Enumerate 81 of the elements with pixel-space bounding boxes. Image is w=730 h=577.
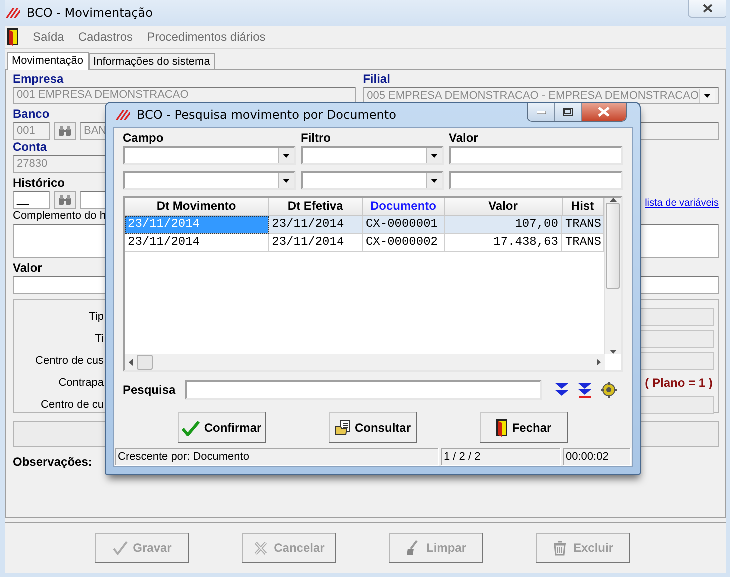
- field-label: Filial: [363, 72, 390, 87]
- close-icon: [598, 107, 610, 117]
- dialog-button[interactable]: Confirmar: [178, 412, 266, 443]
- scrollbar-thumb[interactable]: [606, 203, 620, 289]
- field-label: Conta: [13, 140, 47, 155]
- table-cell[interactable]: 17.438,63: [444, 234, 562, 252]
- close-button[interactable]: [688, 0, 726, 18]
- field-label: Pesquisa: [123, 383, 175, 397]
- field-label: Ti: [94, 333, 104, 345]
- input-field[interactable]: [449, 146, 623, 165]
- table-cell[interactable]: CX-0000001: [362, 216, 445, 234]
- dialog-title: BCO - Pesquisa movimento por Documento: [137, 108, 396, 122]
- field-label: Filtro: [301, 131, 332, 146]
- field-label: Observações:: [13, 455, 92, 470]
- double-down-arrow-icon: [555, 383, 569, 397]
- field-label: Valor: [449, 131, 480, 146]
- menu-item[interactable]: Procedimentos diários: [147, 30, 266, 44]
- field-label: Campo: [123, 131, 165, 146]
- maximize-button[interactable]: [555, 103, 582, 121]
- field-label: Centro de cus: [34, 355, 104, 367]
- field-label: Banco: [13, 107, 50, 122]
- field-label: Empresa: [13, 72, 64, 87]
- table-cell[interactable]: 23/11/2014: [269, 234, 363, 252]
- field-label: Centro de cu: [40, 399, 104, 411]
- door-icon: [496, 418, 508, 436]
- horizontal-scrollbar[interactable]: [125, 354, 605, 370]
- dropdown-arrow-icon: [283, 154, 290, 158]
- binoculars-icon: [59, 195, 71, 205]
- vertical-scrollbar[interactable]: [604, 198, 621, 354]
- binoculars-icon: [59, 126, 71, 136]
- field-label: Contrapa: [58, 377, 104, 389]
- dropdown-arrow-icon: [283, 178, 290, 182]
- tab[interactable]: Movimentação: [7, 52, 89, 70]
- cross-icon: [253, 540, 270, 556]
- door-icon: [7, 28, 19, 46]
- minimize-icon: [536, 110, 546, 114]
- folder-document-icon: [334, 420, 351, 436]
- dropdown[interactable]: [301, 146, 444, 165]
- field-label: Valor: [13, 261, 42, 276]
- menu-item[interactable]: Cadastros: [78, 30, 134, 44]
- double-down-arrow-icon: [578, 382, 592, 398]
- tab[interactable]: Informações do sistema: [88, 53, 216, 69]
- status-text: Crescente por: Documento: [115, 448, 439, 466]
- scroll-down-icon: [610, 350, 616, 354]
- variables-link[interactable]: lista de variáveis: [645, 198, 719, 209]
- basket-icon: [552, 540, 568, 556]
- status-text: 00:00:02: [563, 448, 631, 466]
- dropdown[interactable]: [301, 171, 444, 190]
- search-button[interactable]: [54, 122, 76, 140]
- logo-icon: [5, 7, 21, 19]
- input-field[interactable]: [449, 171, 623, 190]
- check-icon: [112, 540, 128, 556]
- dropdown-arrow-icon: [431, 178, 438, 182]
- dialog-button[interactable]: Fechar: [480, 412, 568, 443]
- table-cell[interactable]: 107,00: [444, 216, 562, 234]
- logo-icon: [115, 109, 131, 121]
- table-cell[interactable]: TRANS: [562, 216, 604, 234]
- dropdown[interactable]: [123, 146, 296, 165]
- history-code-field[interactable]: __: [13, 191, 50, 209]
- check-icon: [182, 420, 200, 436]
- plan-note: ( Plano = 1 ): [644, 376, 714, 390]
- dropdown[interactable]: [123, 171, 296, 190]
- scrollbar-thumb[interactable]: [137, 354, 153, 370]
- scroll-right-icon: [597, 358, 601, 366]
- dropdown-arrow-icon: [704, 94, 711, 98]
- search-button[interactable]: [54, 191, 76, 209]
- table-cell[interactable]: 23/11/2014: [125, 234, 270, 252]
- table-cell[interactable]: CX-0000002: [362, 234, 445, 252]
- close-icon: [703, 4, 713, 13]
- dropdown-arrow-icon: [431, 154, 438, 158]
- field-label: Tip: [88, 311, 104, 323]
- scroll-left-icon: [129, 358, 133, 366]
- dialog-button[interactable]: Consultar: [329, 412, 417, 443]
- close-button[interactable]: [582, 103, 626, 121]
- menu-item[interactable]: Saída: [33, 30, 64, 44]
- field-label: Histórico: [13, 176, 66, 191]
- maximize-icon: [563, 108, 573, 116]
- table-cell[interactable]: 23/11/2014: [269, 216, 363, 234]
- window-title: BCO - Movimentação: [27, 6, 153, 20]
- search-field[interactable]: [185, 380, 542, 400]
- status-text: 1 / 2 / 2: [441, 448, 561, 466]
